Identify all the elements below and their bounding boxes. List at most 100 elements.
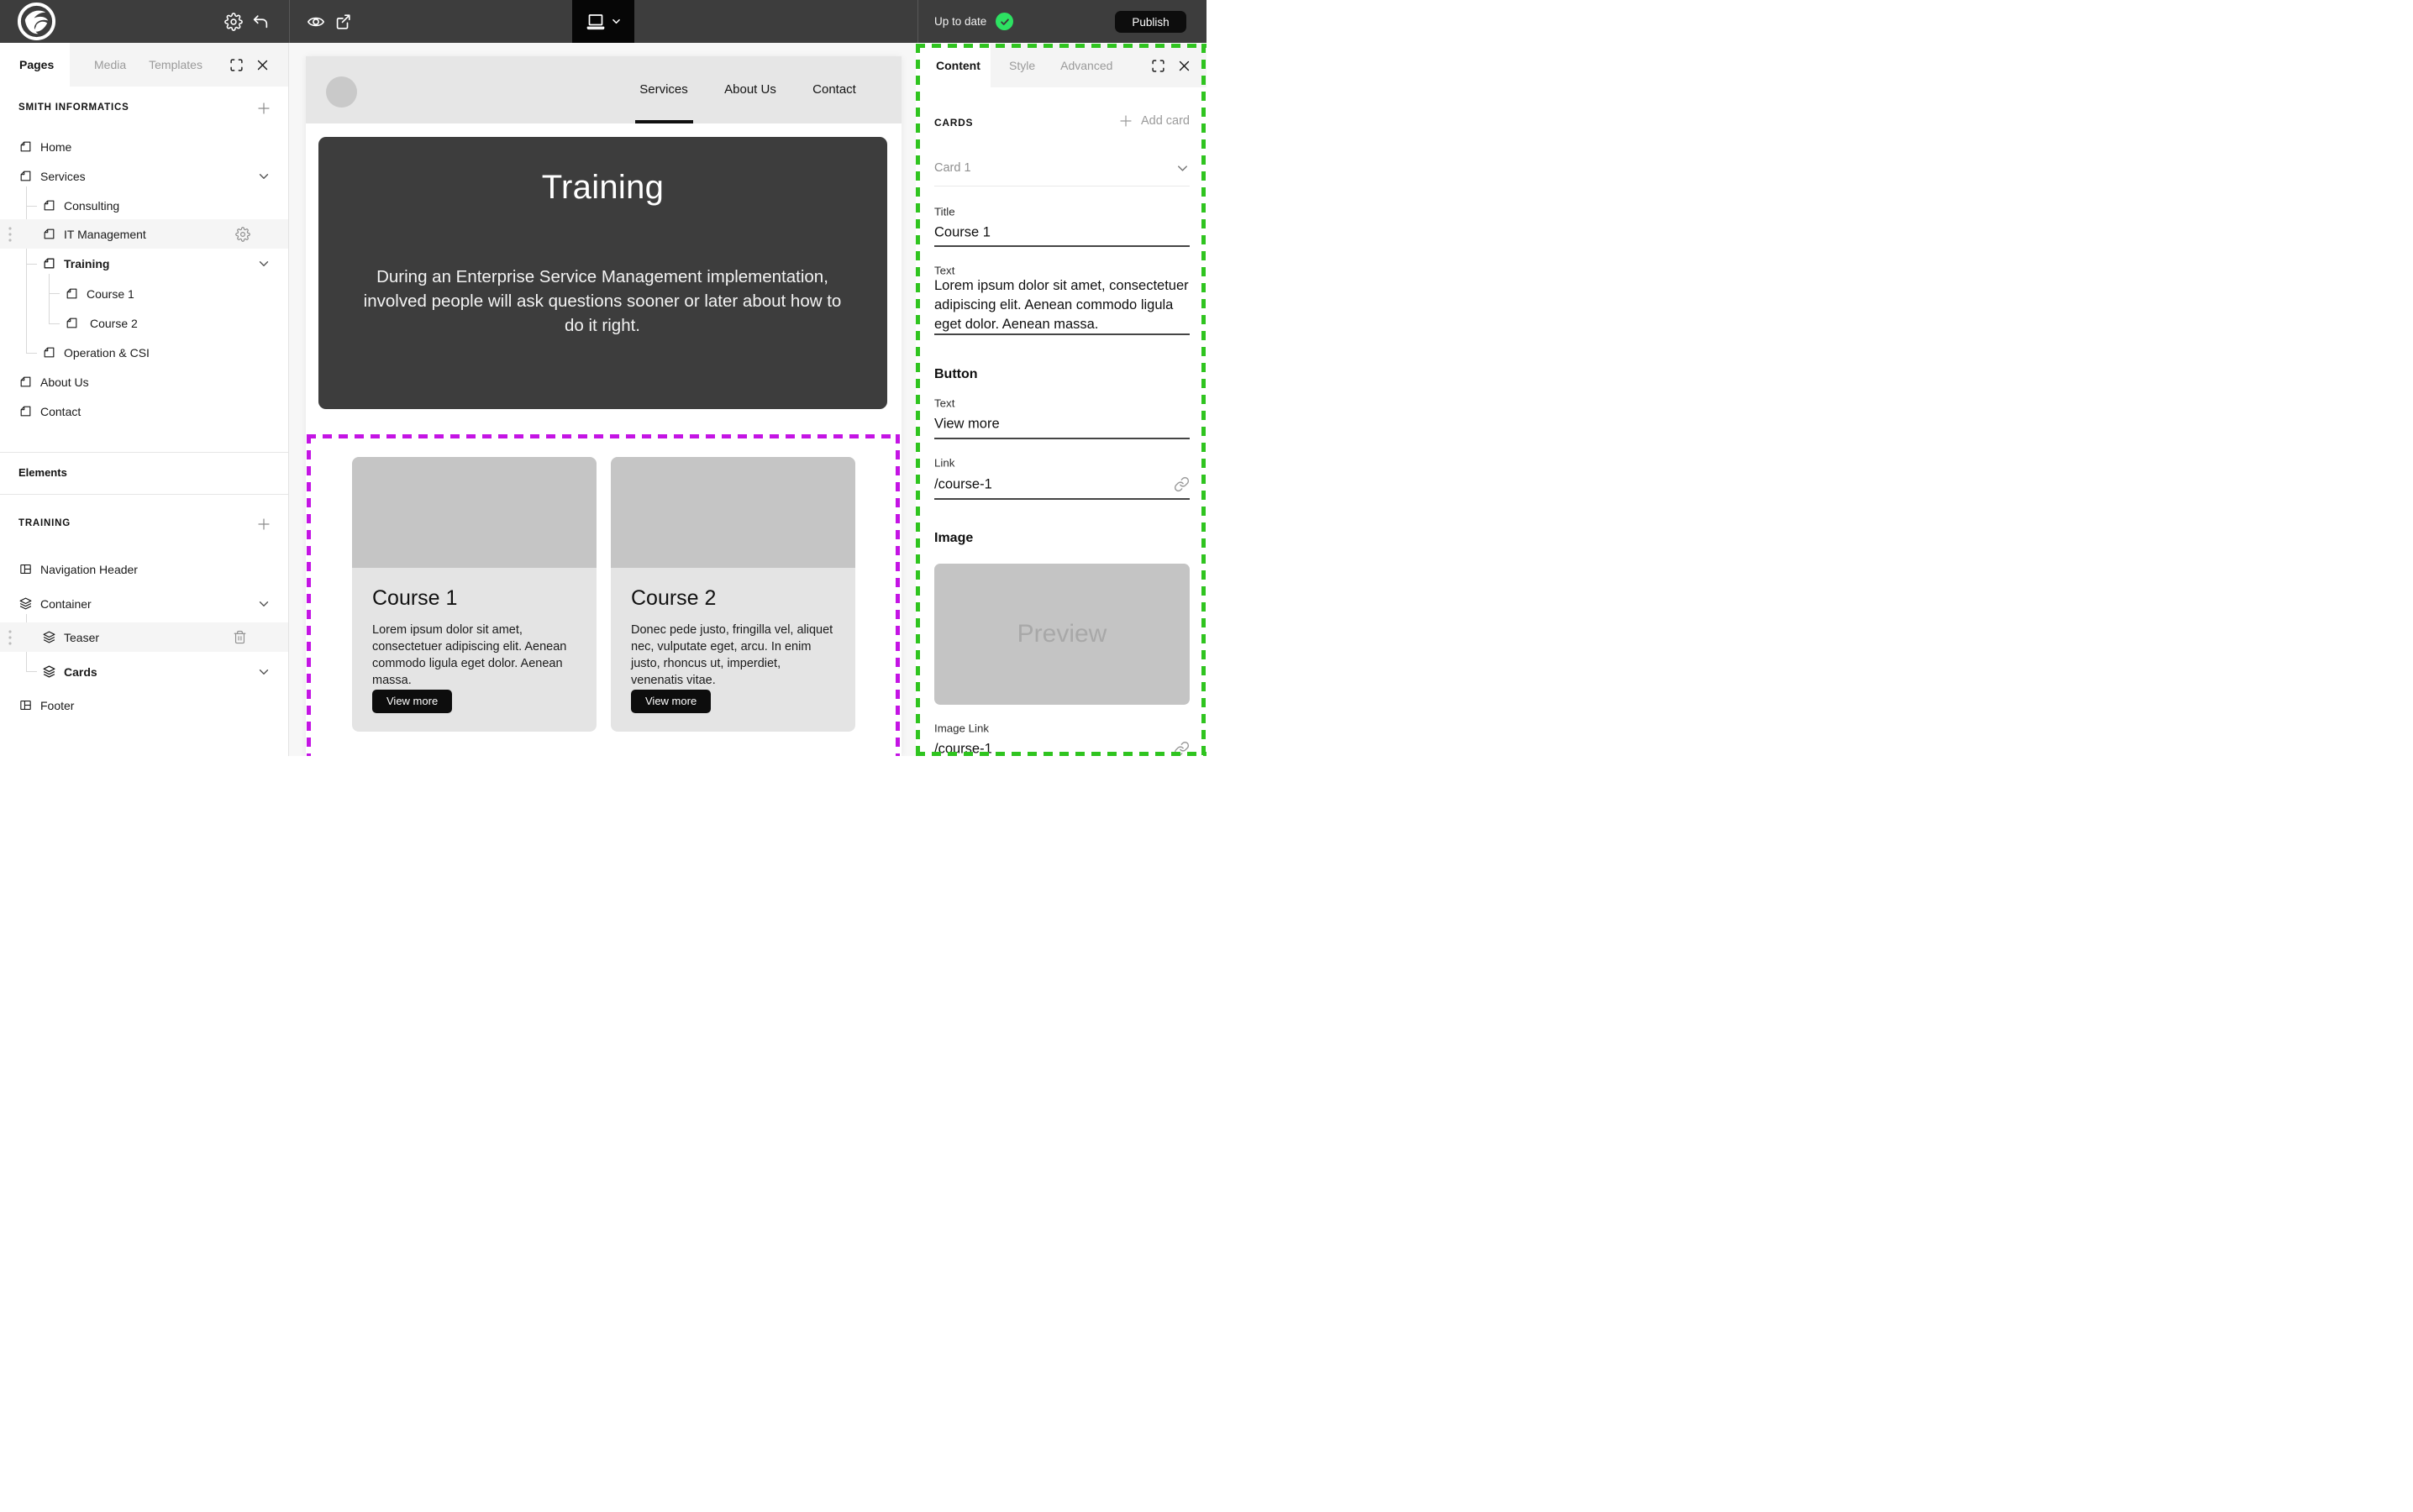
title-field-input[interactable]: Course 1 [934, 223, 1190, 243]
add-element-icon[interactable] [256, 517, 271, 532]
sidebar-item-training[interactable]: Training [0, 249, 289, 278]
drag-handle-icon[interactable] [5, 224, 15, 244]
site-nav-contact[interactable]: Contact [812, 82, 856, 97]
undo-icon[interactable] [251, 13, 270, 31]
close-panel-icon[interactable] [255, 58, 270, 72]
sidebar-item-consulting[interactable]: Consulting [0, 191, 289, 220]
element-item-label: Navigation Header [40, 563, 138, 576]
view-more-button[interactable]: View more [372, 690, 452, 713]
image-preview[interactable]: Preview [934, 564, 1190, 705]
panel-selection-border [916, 44, 1206, 48]
site-nav-services[interactable]: Services [639, 82, 688, 97]
view-more-button[interactable]: View more [631, 690, 711, 713]
hero-body: During an Enterprise Service Management … [359, 265, 846, 338]
sidebar-item-contact[interactable]: Contact [0, 396, 289, 426]
sidebar-tabstrip: Media Templates [70, 43, 288, 87]
layers-icon [42, 630, 56, 644]
course-card-2[interactable]: Course 2 Donec pede justo, fringilla vel… [611, 457, 855, 732]
text-field-label: Text [934, 265, 954, 277]
topbar-divider [917, 0, 918, 43]
sidebar-divider [0, 452, 289, 453]
chevron-down-icon[interactable] [257, 170, 271, 183]
sidebar-item-label: About Us [40, 375, 89, 389]
preview-eye-icon[interactable] [307, 13, 325, 31]
sidebar-item-label: Consulting [64, 199, 119, 213]
sidebar-item-it-management[interactable]: IT Management [0, 219, 289, 249]
trash-icon[interactable] [233, 630, 247, 644]
tab-content[interactable]: Content [916, 44, 991, 87]
tab-pages[interactable]: Pages [0, 43, 70, 87]
element-item-cards[interactable]: Cards [0, 657, 289, 686]
title-field-label: Title [934, 206, 955, 218]
cards-selection-border [307, 434, 900, 438]
close-panel-icon[interactable] [1177, 59, 1191, 73]
sidebar-item-operation-csi[interactable]: Operation & CSI [0, 338, 289, 367]
chevron-down-icon[interactable] [257, 665, 271, 679]
element-item-navigation-header[interactable]: Navigation Header [0, 554, 289, 584]
settings-gear-icon[interactable] [224, 13, 243, 31]
sidebar-item-label: Course 1 [87, 287, 134, 301]
topbar: Up to date Publish [0, 0, 1206, 43]
card-text: Lorem ipsum dolor sit amet, consectetuer… [372, 622, 576, 690]
sidebar-item-course-2[interactable]: Course 2 [0, 308, 289, 338]
tab-media[interactable]: Media [94, 58, 126, 71]
open-external-icon[interactable] [334, 13, 352, 31]
expand-panel-icon[interactable] [1151, 59, 1165, 73]
panel-selection-border [1201, 44, 1206, 756]
publish-button[interactable]: Publish [1115, 11, 1186, 33]
button-section-title: Button [934, 367, 978, 382]
right-inspector-panel: Content Style Advanced CARDS Add card Ca… [916, 43, 1206, 756]
chevron-down-icon[interactable] [257, 257, 271, 270]
tab-style[interactable]: Style [1009, 59, 1035, 72]
tab-advanced[interactable]: Advanced [1060, 59, 1112, 72]
expand-panel-icon[interactable] [229, 58, 244, 72]
sidebar-item-home[interactable]: Home [0, 132, 289, 161]
card-body: Course 2 Donec pede justo, fringilla vel… [611, 568, 855, 732]
image-section-title: Image [934, 531, 973, 546]
image-link-label: Image Link [934, 722, 989, 735]
layers-icon [42, 664, 56, 679]
builder-logo-icon[interactable] [17, 2, 56, 41]
sidebar-item-about-us[interactable]: About Us [0, 367, 289, 396]
chevron-down-icon [611, 16, 622, 27]
laptop-icon [586, 13, 606, 31]
card-body: Course 1 Lorem ipsum dolor sit amet, con… [352, 568, 597, 732]
sidebar-item-course-1[interactable]: Course 1 [0, 279, 289, 308]
page-icon [42, 345, 56, 360]
button-text-input[interactable]: View more [934, 415, 1190, 434]
card-title: Course 2 [631, 586, 835, 611]
sidebar-item-label: IT Management [64, 228, 146, 241]
add-card-button[interactable]: Add card [1118, 113, 1190, 129]
site-nav-about-us[interactable]: About Us [724, 82, 776, 97]
sidebar-item-services[interactable]: Services [0, 161, 289, 191]
page-icon [18, 139, 33, 154]
element-item-label: Container [40, 597, 92, 611]
element-item-label: Cards [64, 665, 97, 679]
tab-templates[interactable]: Templates [149, 58, 202, 71]
chevron-down-icon[interactable] [257, 597, 271, 611]
left-sidebar: Pages Media Templates SMITH INFORMATICS [0, 43, 289, 756]
device-selector[interactable] [572, 0, 634, 43]
element-item-footer[interactable]: Footer [0, 690, 289, 720]
site-navigation-header[interactable]: Services About Us Contact [306, 56, 902, 123]
element-item-container[interactable]: Container [0, 589, 289, 618]
sidebar-item-label: Services [40, 170, 86, 183]
element-item-teaser[interactable]: Teaser [0, 622, 289, 652]
teaser-hero[interactable]: Training During an Enterprise Service Ma… [318, 137, 887, 409]
button-text-label: Text [934, 397, 954, 410]
chevron-down-icon[interactable] [1175, 161, 1190, 176]
app-window: Up to date Publish Pages Media Templates [0, 0, 1206, 756]
course-card-1[interactable]: Course 1 Lorem ipsum dolor sit amet, con… [352, 457, 597, 732]
layers-icon [18, 596, 33, 611]
button-link-input[interactable]: /course-1 [934, 475, 1190, 495]
sidebar-item-label: Training [64, 257, 109, 270]
add-page-icon[interactable] [256, 101, 271, 116]
drag-handle-icon[interactable] [5, 627, 15, 648]
text-field-input[interactable]: Lorem ipsum dolor sit amet, consectetuer… [934, 276, 1190, 333]
page-settings-gear-icon[interactable] [235, 227, 250, 242]
site-name: SMITH INFORMATICS [18, 102, 129, 113]
link-icon[interactable] [1174, 476, 1190, 492]
card-selector[interactable]: Card 1 [934, 161, 971, 175]
field-underline [934, 245, 1190, 247]
page-icon [42, 256, 56, 270]
